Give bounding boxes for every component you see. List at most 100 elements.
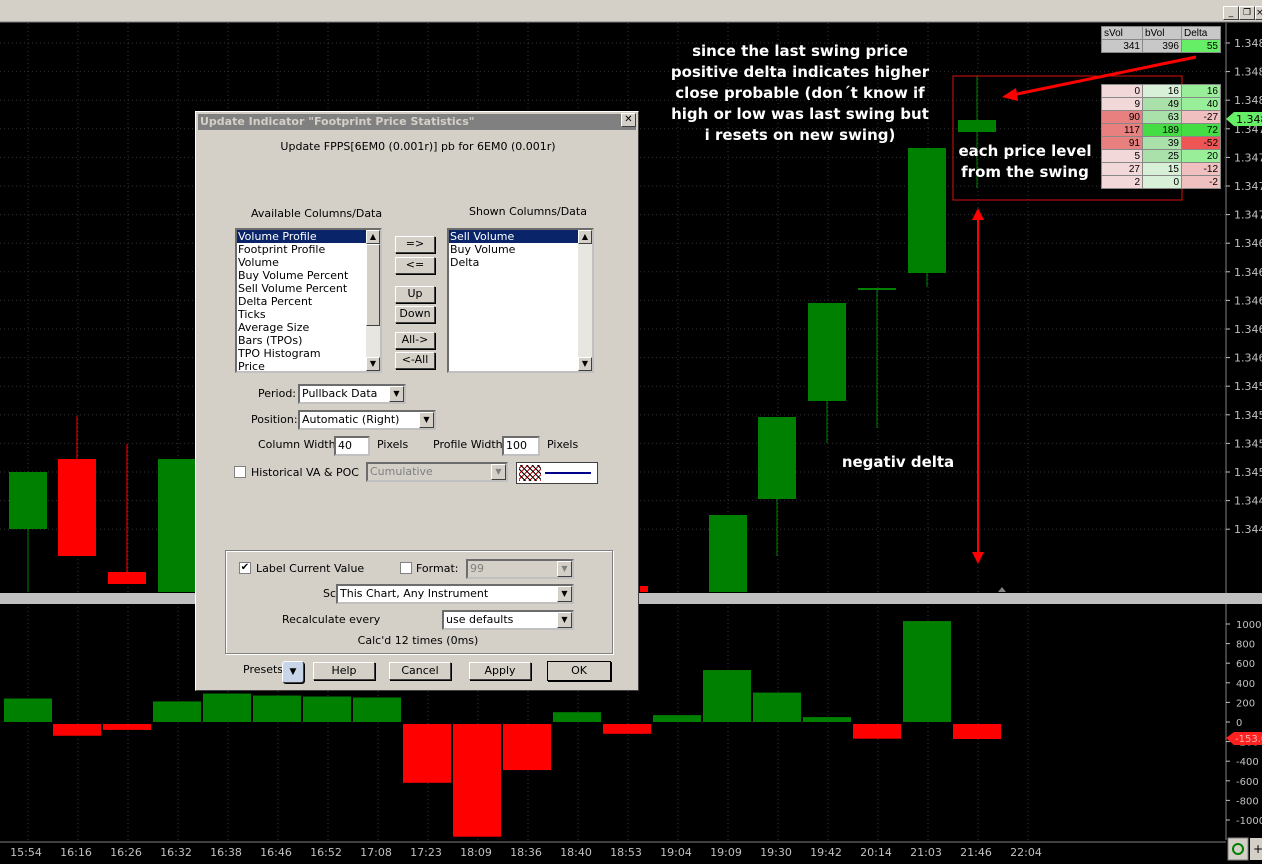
add-column-button[interactable]: => (395, 236, 435, 253)
chevron-down-icon[interactable]: ▼ (557, 586, 572, 602)
time-label: 22:04 (1010, 846, 1042, 859)
candle-body (9, 472, 47, 529)
available-column-item[interactable]: Footprint Profile (237, 243, 380, 256)
move-down-button[interactable]: Down (395, 306, 435, 323)
historical-va-checkbox[interactable] (234, 466, 246, 478)
available-column-item[interactable]: Volume Profile (237, 230, 380, 243)
negative-delta-annotation: negativ delta (841, 453, 955, 471)
shown-column-item[interactable]: Delta (449, 256, 592, 269)
remove-column-button[interactable]: <= (395, 257, 435, 274)
chevron-down-icon[interactable]: ▼ (557, 561, 572, 577)
time-label: 17:23 (410, 846, 442, 859)
time-label: 18:09 (460, 846, 492, 859)
scroll-up-icon[interactable]: ▲ (578, 230, 592, 244)
candle-body (158, 459, 196, 592)
available-column-item[interactable]: Volume (237, 256, 380, 269)
help-button[interactable]: Help (313, 662, 375, 680)
available-list-scrollbar[interactable]: ▲ ▼ (366, 230, 380, 371)
add-all-button[interactable]: All-> (395, 332, 435, 349)
table-cell: -52 (1181, 136, 1221, 150)
scroll-up-icon[interactable]: ▲ (366, 230, 380, 244)
time-label: 19:30 (760, 846, 792, 859)
delta-bar (953, 724, 1001, 739)
scroll-down-icon[interactable]: ▼ (578, 357, 592, 371)
time-label: 16:52 (310, 846, 342, 859)
available-column-item[interactable]: TPO Histogram (237, 347, 380, 360)
delta-tick-label: 600 (1236, 659, 1255, 670)
chevron-down-icon[interactable]: ▼ (419, 412, 434, 428)
chevron-down-icon[interactable]: ▼ (491, 464, 506, 480)
shown-column-item[interactable]: Sell Volume (449, 230, 592, 243)
table-row: 91 39 -52 (1101, 136, 1221, 150)
period-select[interactable]: Pullback Data ▼ (298, 384, 406, 404)
price-tick-label: 1.346 (1234, 237, 1262, 250)
table-cell: 49 (1142, 97, 1182, 111)
position-select[interactable]: Automatic (Right) ▼ (298, 410, 436, 430)
shown-column-item[interactable]: Buy Volume (449, 243, 592, 256)
price-tick-label: 1.345 (1234, 466, 1262, 479)
delta-tick-label: -400 (1236, 757, 1259, 768)
shown-columns-label: Shown Columns/Data (469, 205, 587, 218)
minimize-button[interactable]: _ (1223, 6, 1239, 20)
table-cell: 0 (1101, 84, 1143, 98)
format-value: 99 (470, 562, 484, 575)
presets-button[interactable]: ▼ (282, 661, 304, 683)
remove-all-button[interactable]: <-All (395, 352, 435, 369)
update-indicator-dialog: Update Indicator "Footprint Price Statis… (195, 111, 639, 691)
scroll-down-icon[interactable]: ▼ (366, 357, 380, 371)
chevron-down-icon[interactable]: ▼ (557, 612, 572, 628)
table-cell: 15 (1142, 162, 1182, 176)
scope-value: This Chart, Any Instrument (340, 587, 489, 600)
delta-bar (253, 695, 301, 722)
label-current-value-checkbox[interactable]: ✔ (239, 562, 251, 574)
price-tick-label: 1.344 (1234, 495, 1262, 508)
candle-body (709, 515, 747, 592)
table-row: 0 16 16 (1101, 84, 1221, 98)
time-label: 18:36 (510, 846, 542, 859)
scroll-thumb[interactable] (366, 244, 380, 326)
close-window-button[interactable]: × (1255, 6, 1262, 20)
available-column-item[interactable]: Average Size (237, 321, 380, 334)
dialog-title[interactable]: Update Indicator "Footprint Price Statis… (198, 114, 636, 130)
dialog-close-button[interactable]: ✕ (621, 113, 636, 127)
chevron-down-icon: ▼ (289, 667, 297, 677)
scope-select[interactable]: This Chart, Any Instrument ▼ (336, 584, 574, 604)
available-columns-label: Available Columns/Data (251, 207, 383, 220)
recalculate-select[interactable]: use defaults ▼ (442, 610, 574, 630)
candle-body (640, 586, 648, 592)
line-style-picker[interactable] (516, 462, 598, 484)
historical-select[interactable]: Cumulative ▼ (366, 462, 508, 482)
available-columns-list[interactable]: Volume Profile Footprint Profile Volume Buy… (235, 228, 382, 373)
available-column-item[interactable]: Ticks (237, 308, 380, 321)
column-width-input[interactable]: 40 (334, 436, 370, 456)
format-checkbox[interactable] (400, 562, 412, 574)
restore-button[interactable]: ❐ (1239, 6, 1255, 20)
chevron-down-icon[interactable]: ▼ (389, 386, 404, 402)
hatch-pattern-icon (519, 465, 541, 481)
delta-tick-label: -1000 (1236, 816, 1262, 827)
available-column-item[interactable]: Sell Volume Percent (237, 282, 380, 295)
available-column-item[interactable]: Price (237, 360, 380, 371)
available-column-item[interactable]: Bars (TPOs) (237, 334, 380, 347)
time-label: 17:08 (360, 846, 392, 859)
available-column-item[interactable]: Delta Percent (237, 295, 380, 308)
price-tick-label: 1.347 (1234, 209, 1262, 222)
ok-button[interactable]: OK (547, 661, 611, 681)
format-select[interactable]: 99 ▼ (466, 559, 574, 579)
cancel-button[interactable]: Cancel (389, 662, 451, 680)
apply-button[interactable]: Apply (469, 662, 531, 680)
shown-list-scrollbar[interactable]: ▲ ▼ (578, 230, 592, 371)
historical-va-label: Historical VA & POC (251, 466, 359, 479)
summary-svol: 341 (1101, 39, 1143, 53)
profile-width-input[interactable]: 100 (502, 436, 540, 456)
delta-bar (503, 724, 551, 771)
table-cell: 5 (1101, 149, 1143, 163)
time-label: 15:54 (10, 846, 42, 859)
price-tick-label: 1.346 (1234, 266, 1262, 279)
candle-body (758, 417, 796, 499)
price-tick-label: 1.347 (1234, 180, 1262, 193)
move-up-button[interactable]: Up (395, 286, 435, 303)
shown-columns-list[interactable]: Sell Volume Buy Volume Delta ▲ ▼ (447, 228, 594, 373)
available-column-item[interactable]: Buy Volume Percent (237, 269, 380, 282)
top-annotation-line: high or low was last swing but (671, 105, 929, 123)
